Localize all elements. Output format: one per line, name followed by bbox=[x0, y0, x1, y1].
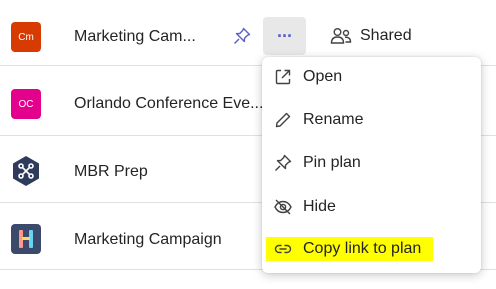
people-icon bbox=[19, 230, 33, 248]
more-options-button[interactable]: ··· bbox=[263, 17, 306, 55]
more-icon: ··· bbox=[277, 26, 293, 46]
eye-off-icon bbox=[273, 197, 293, 217]
plan-tile: OC bbox=[11, 89, 41, 119]
network-icon bbox=[13, 156, 39, 186]
menu-item-label: Hide bbox=[303, 198, 336, 215]
pin-icon[interactable] bbox=[232, 26, 252, 46]
link-icon bbox=[273, 239, 293, 259]
menu-item-copy-link[interactable]: Copy link to plan bbox=[266, 232, 477, 266]
plan-initials: OC bbox=[18, 98, 34, 110]
menu-item-open[interactable]: Open bbox=[266, 60, 477, 94]
pencil-icon bbox=[273, 110, 293, 130]
open-external-icon bbox=[273, 67, 293, 87]
menu-item-label: Open bbox=[303, 68, 343, 85]
menu-item-pin-plan[interactable]: Pin plan bbox=[266, 146, 477, 180]
pin-icon bbox=[273, 153, 293, 173]
plan-name[interactable]: Marketing Campaign bbox=[74, 231, 222, 249]
menu-item-label: Rename bbox=[303, 111, 364, 128]
shared-label: Shared bbox=[360, 27, 412, 44]
highlight-mark: Copy link to plan bbox=[266, 237, 434, 261]
plan-initials: Cm bbox=[18, 31, 34, 43]
menu-item-label: Pin plan bbox=[303, 154, 361, 171]
plan-tile bbox=[11, 224, 41, 254]
menu-item-label: Copy link to plan bbox=[303, 240, 422, 257]
shared-indicator[interactable]: Shared bbox=[330, 27, 412, 45]
plan-name[interactable]: Orlando Conference Eve... bbox=[74, 95, 263, 113]
plan-tile: Cm bbox=[11, 22, 41, 52]
menu-item-rename[interactable]: Rename bbox=[266, 103, 477, 137]
menu-item-hide[interactable]: Hide bbox=[266, 190, 477, 224]
plan-context-menu: Open Rename Pin plan Hide Copy link to p… bbox=[262, 57, 481, 273]
plan-name[interactable]: MBR Prep bbox=[74, 163, 148, 181]
people-icon bbox=[330, 27, 352, 45]
plan-name[interactable]: Marketing Cam... bbox=[74, 28, 196, 46]
plan-tile bbox=[11, 156, 41, 186]
